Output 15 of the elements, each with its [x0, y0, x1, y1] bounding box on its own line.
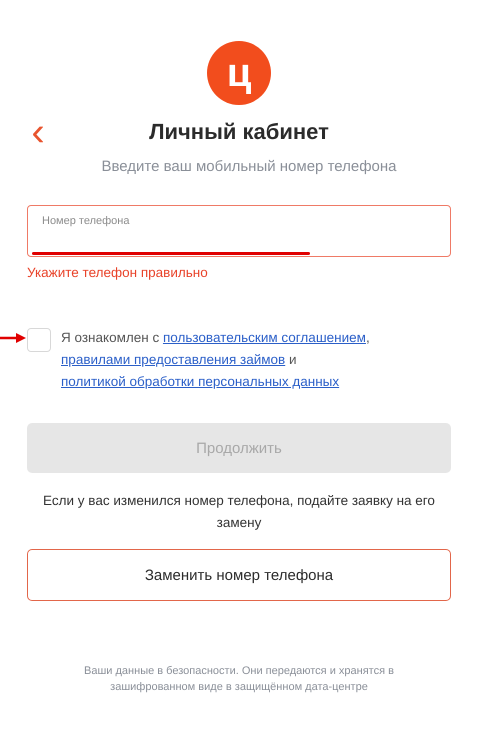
logo: ц	[207, 41, 271, 105]
security-note: Ваши данные в безопасности. Они передаются и хранятся в зашифрованном виде в защищённом дата-центре	[83, 664, 395, 695]
back-button[interactable]: ‹	[29, 117, 47, 147]
change-number-note: Если у вас изменился номер телефона, подайте заявку на его замену	[42, 492, 436, 532]
consent-text: Я ознакомлен с пользовательским соглашением, правилами предоставления займов и политикой обработки персональных данных	[61, 329, 371, 391]
consent-link[interactable]: политикой обработки персональных данных	[61, 374, 340, 389]
annotation-arrow	[0, 333, 26, 343]
page-title: Личный кабинет	[148, 119, 330, 145]
consent-link[interactable]: пользовательским соглашением	[162, 330, 366, 345]
replace-number-button[interactable]: Заменить номер телефона	[27, 549, 451, 601]
phone-input-field[interactable]: Номер телефона	[27, 205, 451, 257]
consent-checkbox[interactable]	[27, 328, 51, 352]
subtitle: Введите ваш мобильный номер телефона	[100, 158, 398, 175]
consent-link[interactable]: правилами предоставления займов	[61, 352, 286, 367]
error-message: Укажите телефон правильно	[27, 265, 209, 280]
